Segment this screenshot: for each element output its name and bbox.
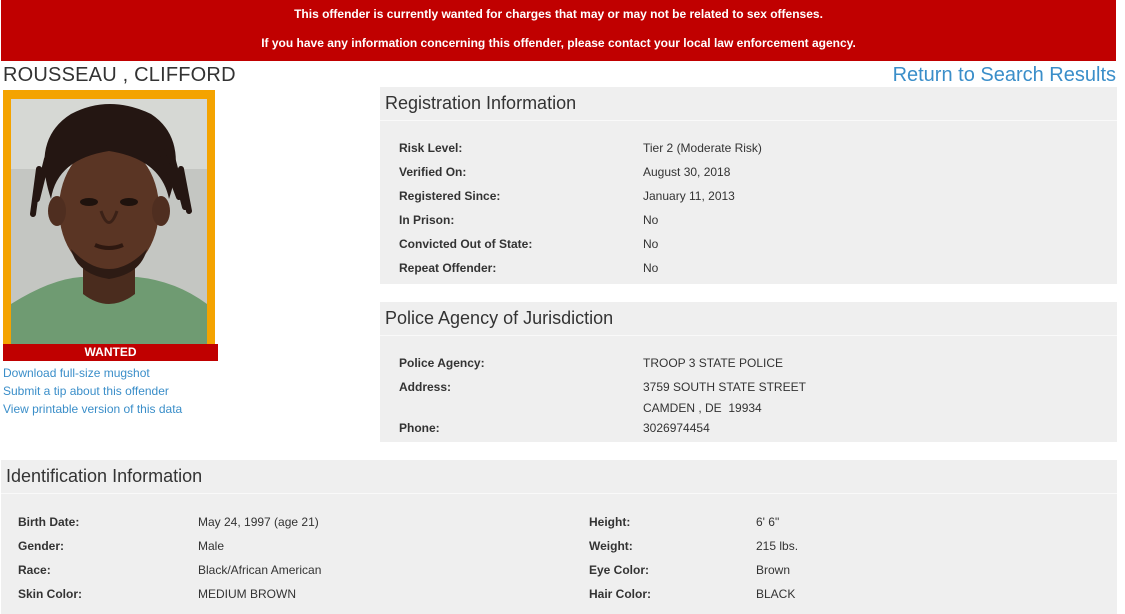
height-label: Height:	[589, 515, 631, 529]
printable-version-link[interactable]: View printable version of this data	[3, 400, 182, 418]
wanted-label: WANTED	[3, 344, 218, 361]
police-agency-value: TROOP 3 STATE POLICE	[643, 356, 784, 370]
registered-since-value: January 11, 2013	[643, 189, 735, 203]
risk-level-label: Risk Level:	[399, 141, 463, 155]
offender-name: ROUSSEAU , CLIFFORD	[3, 64, 236, 86]
registration-panel: Registration Information Risk Level: Tie…	[380, 87, 1117, 284]
convicted-out-of-state-label: Convicted Out of State:	[399, 237, 533, 251]
birth-date-label: Birth Date:	[18, 515, 80, 529]
mugshot-image	[11, 99, 207, 344]
convicted-out-of-state-value: No	[643, 237, 659, 251]
gender-label: Gender:	[18, 539, 65, 553]
weight-value: 215 lbs.	[756, 539, 799, 553]
skin-color-value: MEDIUM BROWN	[198, 587, 296, 601]
race-label: Race:	[18, 563, 51, 577]
download-mugshot-link[interactable]: Download full-size mugshot	[3, 364, 182, 382]
identification-panel: Identification Information Birth Date: M…	[1, 460, 1117, 614]
eye-color-label: Eye Color:	[589, 563, 650, 577]
gender-value: Male	[198, 539, 225, 553]
risk-level-value: Tier 2 (Moderate Risk)	[643, 141, 762, 155]
address-line-1: 3759 SOUTH STATE STREET	[643, 380, 806, 394]
verified-on-value: August 30, 2018	[643, 165, 731, 179]
address-label: Address:	[399, 380, 452, 394]
height-value: 6' 6"	[756, 515, 780, 529]
wanted-alert-banner: This offender is currently wanted for ch…	[1, 0, 1116, 61]
race-value: Black/African American	[198, 563, 322, 577]
repeat-offender-label: Repeat Offender:	[399, 261, 497, 275]
registration-title: Registration Information	[385, 93, 577, 113]
police-agency-title: Police Agency of Jurisdiction	[385, 308, 614, 328]
repeat-offender-value: No	[643, 261, 659, 275]
in-prison-value: No	[643, 213, 659, 227]
verified-on-label: Verified On:	[399, 165, 467, 179]
address-line-2: CAMDEN , DE 19934	[643, 401, 762, 415]
phone-label: Phone:	[399, 421, 440, 435]
in-prison-label: In Prison:	[399, 213, 455, 227]
police-agency-label: Police Agency:	[399, 356, 485, 370]
weight-label: Weight:	[589, 539, 633, 553]
divider	[1, 493, 1117, 494]
phone-value: 3026974454	[643, 421, 710, 435]
hair-color-label: Hair Color:	[589, 587, 652, 601]
hair-color-value: BLACK	[756, 587, 796, 601]
skin-color-label: Skin Color:	[18, 587, 83, 601]
mugshot-photo[interactable]	[11, 99, 207, 344]
offender-links: Download full-size mugshot Submit a tip …	[3, 364, 182, 418]
divider	[380, 335, 1117, 336]
birth-date-value: May 24, 1997 (age 21)	[198, 515, 319, 529]
registered-since-label: Registered Since:	[399, 189, 501, 203]
return-to-search-link[interactable]: Return to Search Results	[893, 64, 1116, 87]
submit-tip-link[interactable]: Submit a tip about this offender	[3, 382, 182, 400]
eye-color-value: Brown	[756, 563, 791, 577]
identification-title: Identification Information	[6, 466, 203, 486]
police-agency-panel: Police Agency of Jurisdiction Police Age…	[380, 302, 1117, 442]
alert-line-1: This offender is currently wanted for ch…	[294, 7, 823, 21]
divider	[380, 120, 1117, 121]
alert-line-2: If you have any information concerning t…	[261, 36, 856, 50]
